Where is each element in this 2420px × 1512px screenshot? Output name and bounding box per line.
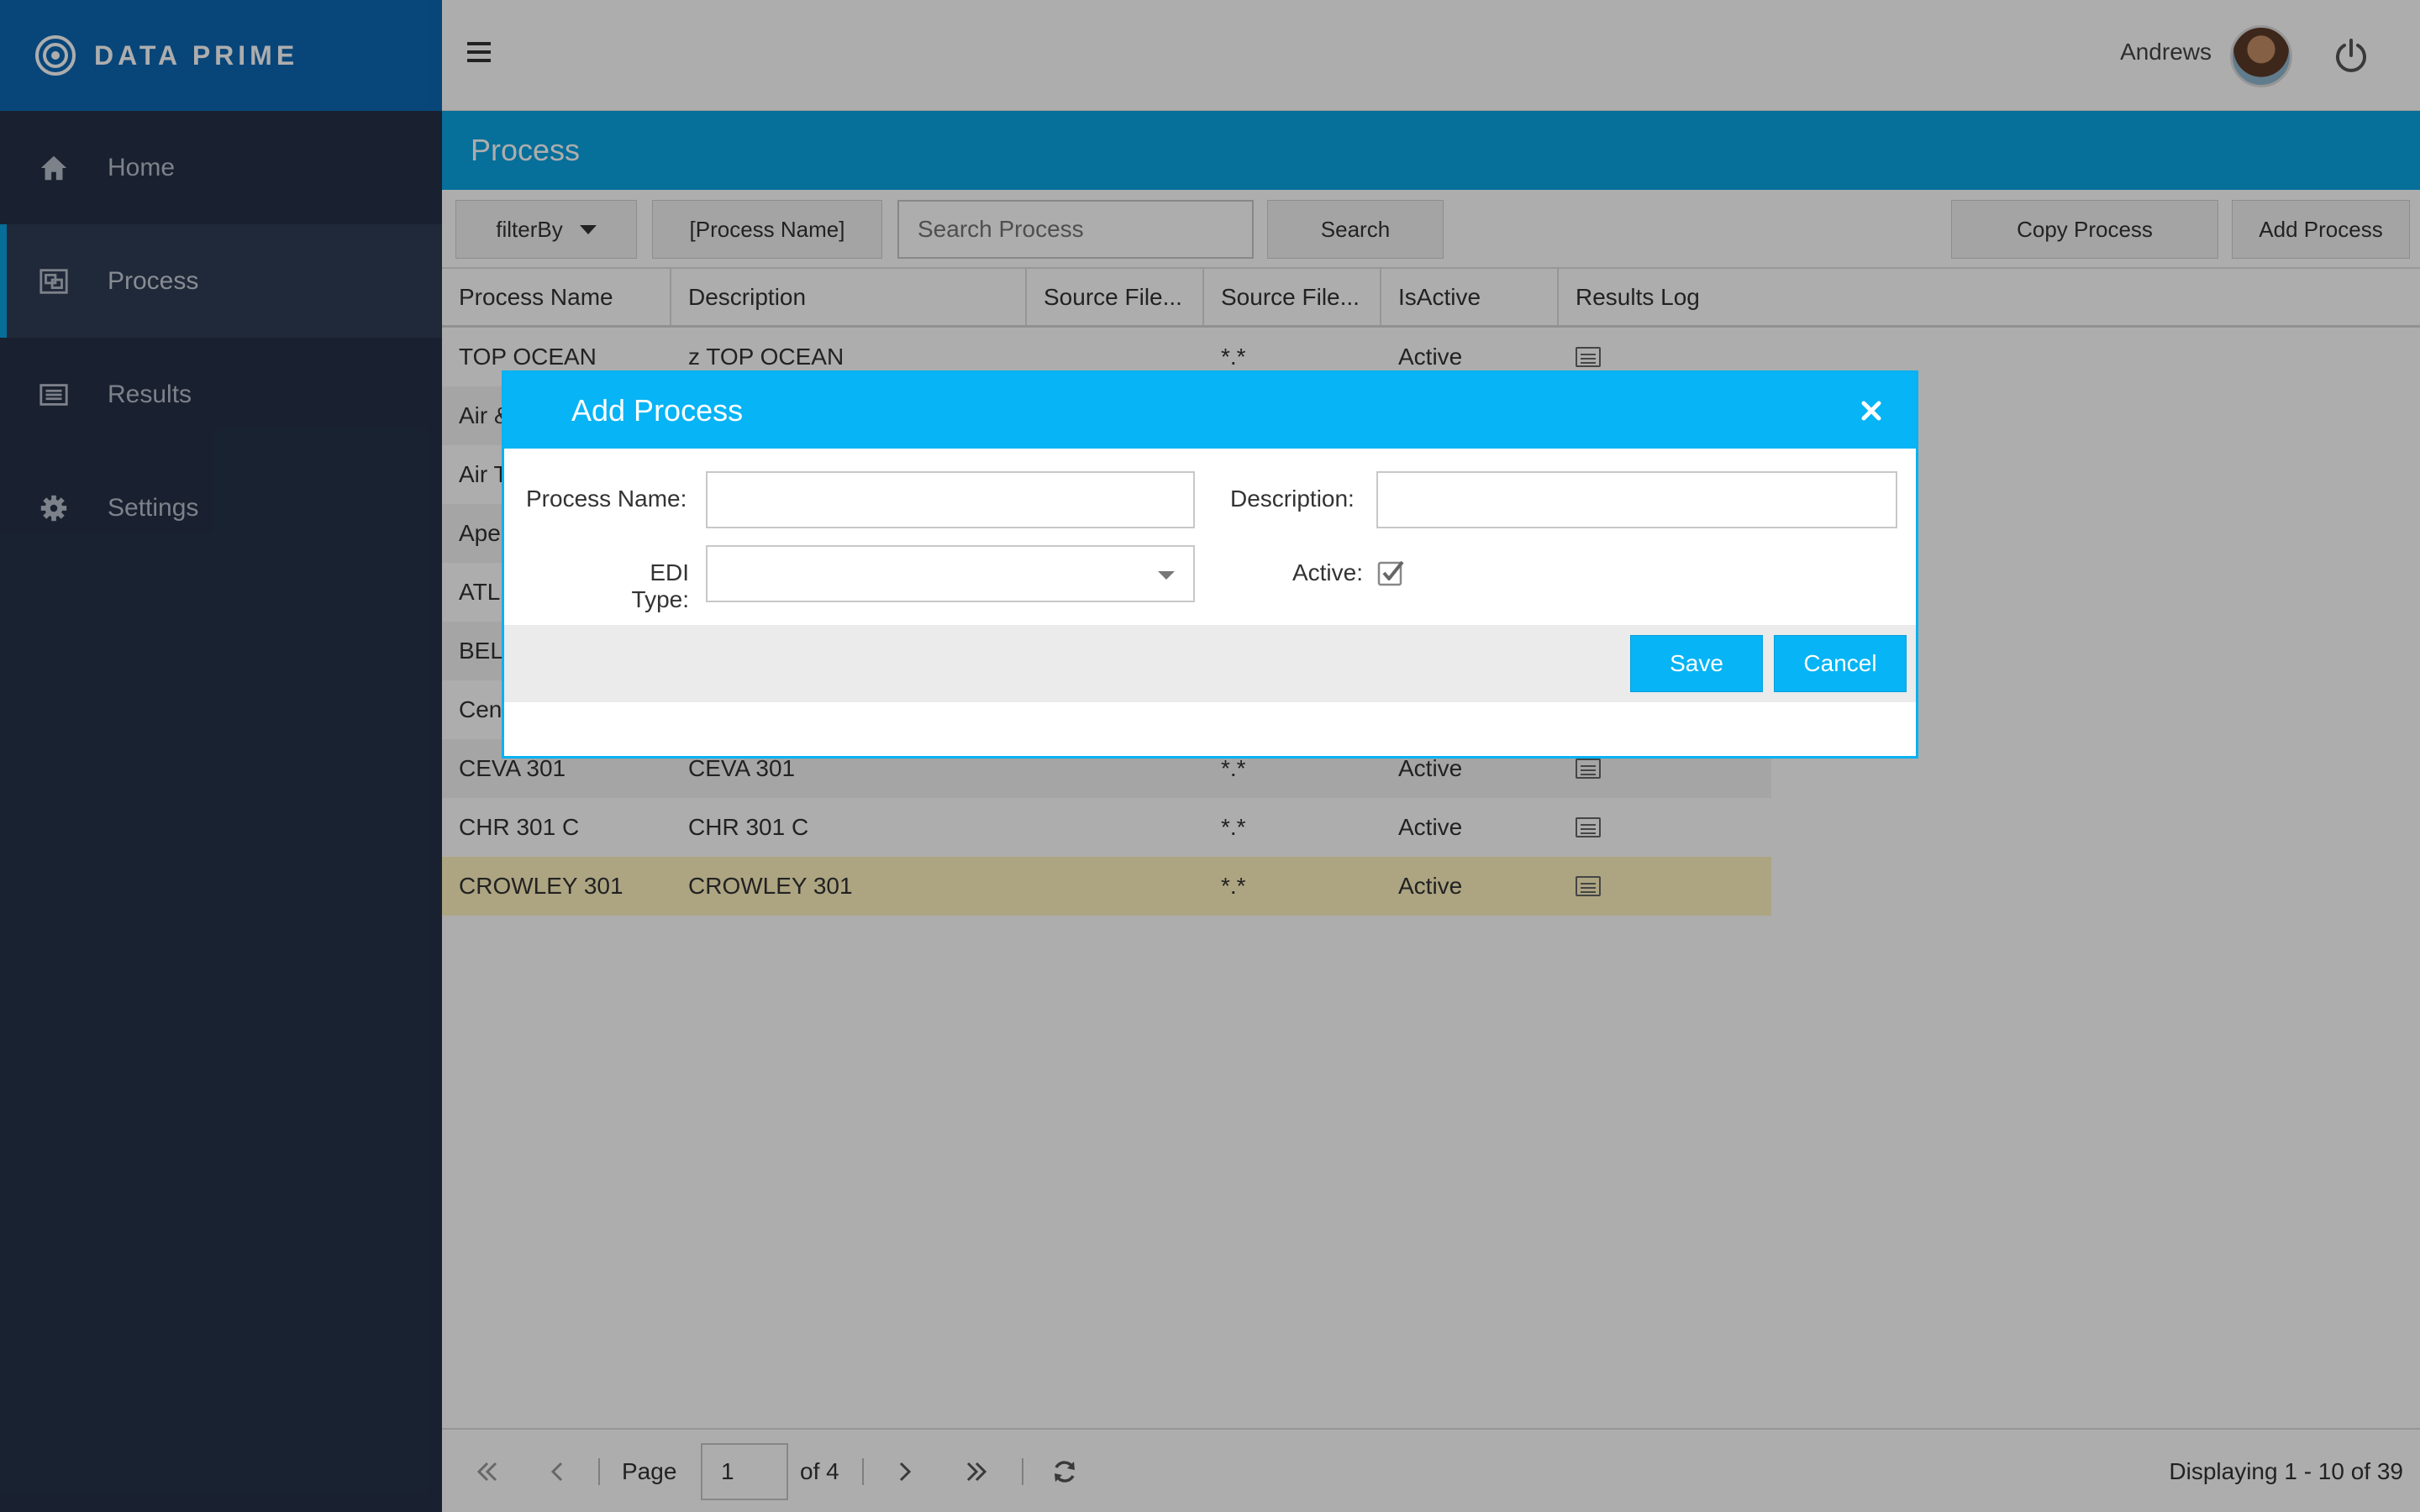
dialog-footer: Save Cancel	[504, 625, 1916, 702]
active-checkbox[interactable]	[1376, 558, 1407, 588]
chevron-down-icon	[1158, 571, 1175, 580]
add-process-dialog: Add Process Process Name: Description: E…	[502, 370, 1918, 759]
save-button-label: Save	[1670, 650, 1723, 676]
active-label: Active:	[1292, 559, 1363, 585]
dialog-header: Add Process	[504, 373, 1916, 449]
save-button[interactable]: Save	[1630, 635, 1763, 692]
process-name-input[interactable]	[706, 471, 1195, 528]
cancel-button[interactable]: Cancel	[1774, 635, 1907, 692]
dialog-title: Add Process	[571, 393, 744, 428]
cancel-button-label: Cancel	[1803, 650, 1877, 676]
description-input[interactable]	[1376, 471, 1897, 528]
close-icon[interactable]	[1857, 396, 1886, 425]
edi-type-select[interactable]	[706, 545, 1195, 602]
edi-type-label: EDI Type:	[631, 559, 689, 612]
